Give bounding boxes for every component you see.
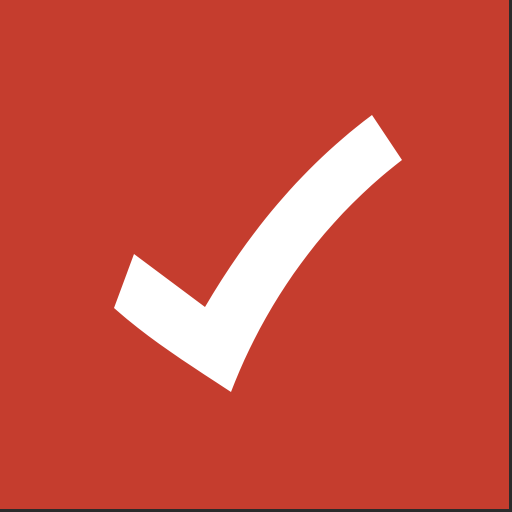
icon-frame xyxy=(0,0,512,512)
app-icon-graphic xyxy=(0,0,509,509)
app-icon-tile[interactable] xyxy=(0,0,509,509)
